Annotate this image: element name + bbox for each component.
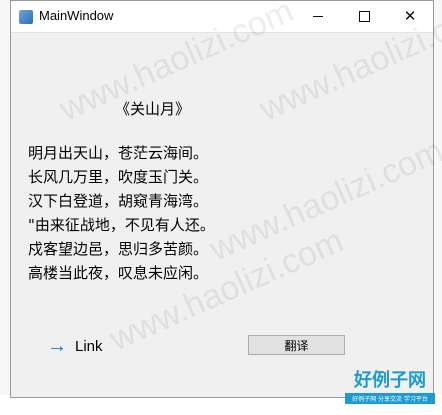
poem-title: 《关山月》 <box>115 100 191 118</box>
main-window: MainWindow ✕ www.haolizi.com www.haolizi… <box>10 0 442 398</box>
poem-line: 明月出天山，苍茫云海间。 <box>28 144 209 162</box>
brand-name: 好例子网 <box>354 370 426 391</box>
link-label: Link <box>75 337 103 355</box>
arrow-right-icon: → <box>47 335 67 357</box>
link-button[interactable]: → Link <box>47 336 103 356</box>
brand-tagline: 好例子网 分享交流 学习平台 <box>345 393 435 404</box>
poem-line: 汉下白登道，胡窥青海湾。 <box>28 192 209 210</box>
maximize-button[interactable] <box>341 1 387 32</box>
minimize-button[interactable] <box>295 1 341 32</box>
window-title: MainWindow <box>39 8 114 23</box>
minimize-icon <box>313 16 323 17</box>
maximize-icon <box>358 11 370 22</box>
poem-line: 长风几万里，吹度玉门关。 <box>28 168 209 186</box>
poem-line: 戍客望边邑，思归多苦颜。 <box>28 240 209 258</box>
app-icon <box>19 10 33 24</box>
background-window-right <box>433 0 442 415</box>
brand-logo: 好例子网 好例子网 分享交流 学习平台 <box>345 371 435 404</box>
translate-button[interactable]: 翻译 <box>248 335 345 355</box>
poem-text: 明月出天山，苍茫云海间。 长风几万里，吹度玉门关。 汉下白登道，胡窥青海湾。 "… <box>28 141 215 285</box>
poem-line: "由来征战地，不见有人还。 <box>28 216 215 234</box>
poem-line: 高楼当此夜，叹息未应闲。 <box>28 264 209 282</box>
